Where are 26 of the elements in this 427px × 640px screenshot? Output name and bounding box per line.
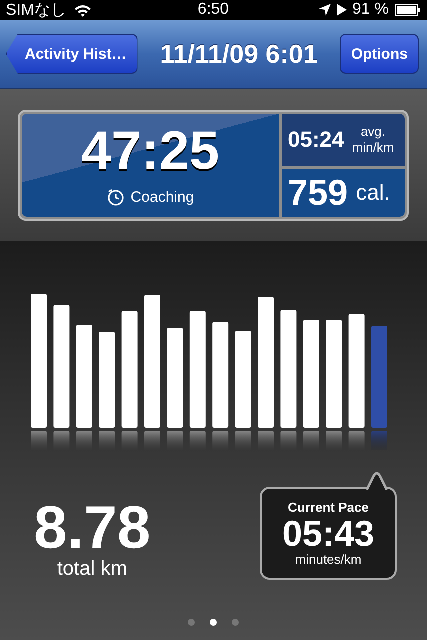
options-button[interactable]: Options — [340, 34, 419, 74]
stopwatch-icon — [106, 188, 125, 206]
calories-unit: cal. — [356, 180, 390, 206]
calories-value: 759 — [288, 172, 348, 214]
current-pace-title: Current Pace — [288, 500, 369, 515]
coaching-label: Coaching — [130, 188, 194, 206]
location-arrow-icon — [318, 4, 331, 16]
nav-title: 11/11/09 6:01 — [160, 38, 318, 70]
page-dot[interactable] — [210, 619, 217, 626]
duration-value: 47:25 — [81, 124, 220, 178]
back-button[interactable]: Activity Hist… — [6, 34, 138, 74]
play-icon — [336, 4, 347, 16]
wifi-icon — [74, 4, 92, 16]
distance-value: 8.78 — [34, 498, 151, 558]
avg-pace-value: 05:24 — [288, 126, 344, 152]
distance-label: total km — [57, 558, 128, 581]
current-pace-unit: minutes/km — [295, 552, 362, 568]
battery-percent: 91 % — [352, 1, 389, 19]
page-dot[interactable] — [188, 619, 195, 626]
page-dot[interactable] — [232, 619, 239, 626]
battery-icon — [395, 4, 421, 16]
current-pace-value: 05:43 — [282, 514, 375, 552]
avg-label: avg. — [360, 124, 386, 140]
avg-unit: min/km — [352, 140, 394, 156]
carrier-label: SIMなし — [6, 0, 66, 20]
clock-time: 6:50 — [198, 1, 230, 19]
